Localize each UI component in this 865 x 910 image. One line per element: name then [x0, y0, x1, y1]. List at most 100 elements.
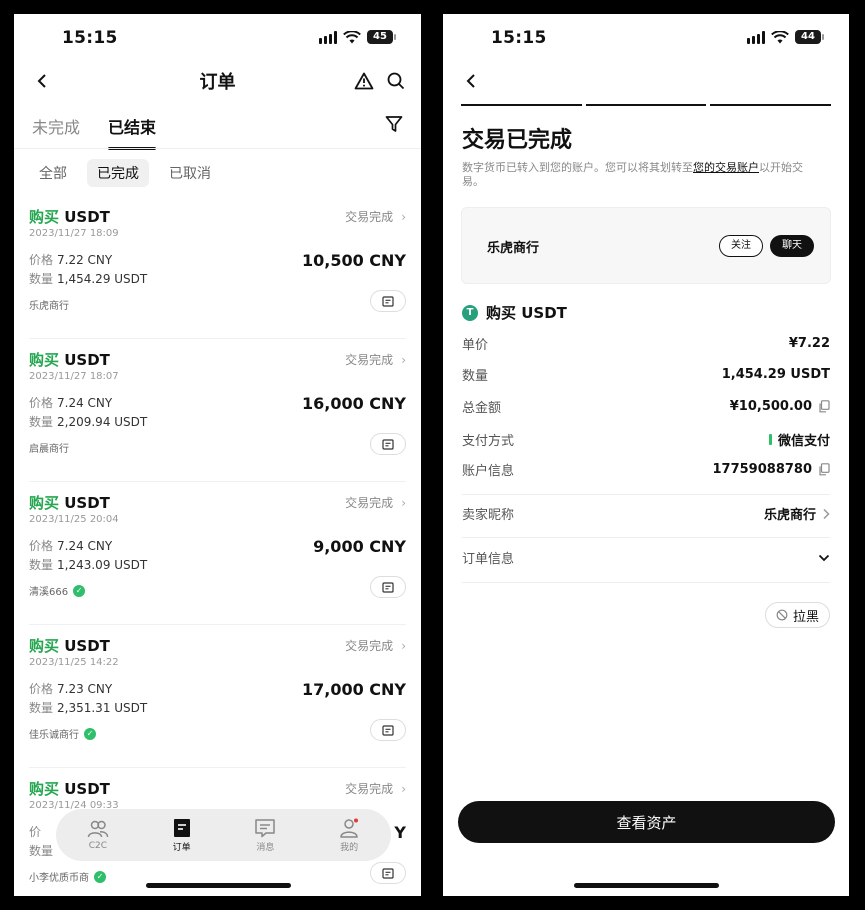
- status-bar: 15:15 44: [443, 14, 849, 64]
- row-label: 数量: [462, 369, 489, 384]
- tab-incomplete[interactable]: 未完成: [32, 114, 80, 150]
- chat-button[interactable]: [370, 576, 406, 598]
- payment-method-row: 支付方式 微信支付: [462, 430, 830, 449]
- order-card[interactable]: 购买 USDT 交易完成 › 2023/11/27 18:09 价格 7.22 CNY 数量…: [29, 206, 406, 339]
- blacklist-label: 拉黑: [792, 609, 819, 625]
- verified-badge-icon: ✓: [73, 584, 86, 597]
- quantity-row: 数量 1,454.29 USDT: [462, 365, 830, 384]
- chat-icon: [382, 438, 394, 450]
- order-merchant: 佳乐诚商行 ✓: [29, 726, 96, 741]
- block-icon: [776, 609, 788, 621]
- order-status[interactable]: 交易完成 ›: [345, 780, 406, 797]
- order-status[interactable]: 交易完成 ›: [345, 208, 406, 225]
- chat-button[interactable]: [370, 433, 406, 455]
- back-button[interactable]: [461, 69, 481, 93]
- chip-cancelled[interactable]: 已取消: [159, 159, 221, 187]
- wifi-icon: [343, 30, 361, 43]
- status-tabs: 未完成 已结束: [32, 114, 157, 150]
- order-card[interactable]: 购买 USDT 交易完成 › 2023/11/25 14:22 价格 7.23 CNY 数量…: [29, 635, 406, 768]
- merchant-name: 乐虎商行: [487, 241, 540, 256]
- order-title: 购买 USDT: [29, 349, 110, 370]
- order-status-label: 交易完成: [345, 639, 394, 653]
- copy-icon[interactable]: [818, 463, 830, 476]
- order-status[interactable]: 交易完成 ›: [345, 494, 406, 511]
- qty-label: 数量: [29, 701, 54, 715]
- order-side: 购买: [29, 208, 60, 226]
- divider: [29, 338, 406, 339]
- price-label: 价格: [29, 253, 54, 267]
- order-quantity: 数量 2,351.31 USDT: [29, 699, 147, 716]
- chat-button[interactable]: [370, 719, 406, 741]
- filter-chips: 全部 已完成 已取消: [29, 159, 221, 187]
- order-time: 2023/11/27 18:09: [29, 228, 119, 239]
- tab-ended[interactable]: 已结束: [108, 114, 157, 150]
- chevron-left-icon: [466, 74, 475, 88]
- divider: [462, 494, 830, 495]
- progress-steps: [461, 104, 832, 106]
- order-amount: 16,000 CNY: [301, 394, 406, 413]
- price-value: 7.24 CNY: [57, 539, 113, 553]
- nav-messages[interactable]: 消息: [235, 818, 295, 853]
- signal-icon: [747, 30, 765, 44]
- order-card[interactable]: 购买 USDT 交易完成 › 2023/11/25 20:04 价格 7.24 CNY 数量…: [29, 492, 406, 625]
- price-value: 7.23 CNY: [57, 682, 113, 696]
- order-time: 2023/11/27 18:07: [29, 371, 119, 382]
- order-title: 购买 USDT: [29, 635, 110, 656]
- bottom-nav: C2C 订单 消息 我的: [56, 809, 391, 861]
- price-label: 价格: [29, 682, 54, 696]
- search-button[interactable]: [384, 69, 408, 93]
- order-card[interactable]: 购买 USDT 交易完成 › 2023/11/27 18:07 价格 7.24 CNY 数量…: [29, 349, 406, 482]
- nav-orders[interactable]: 订单: [152, 818, 212, 853]
- merchant-name: 小李优质币商: [29, 873, 89, 884]
- order-status[interactable]: 交易完成 ›: [345, 351, 406, 368]
- price-label: 价: [29, 825, 42, 839]
- filter-button[interactable]: [382, 112, 406, 136]
- view-assets-button[interactable]: 查看资产: [458, 801, 835, 843]
- trading-account-link[interactable]: 您的交易账户: [693, 161, 759, 174]
- order-status-label: 交易完成: [345, 496, 394, 510]
- price-label: 价格: [29, 396, 54, 410]
- chip-all[interactable]: 全部: [29, 159, 77, 187]
- chat-button[interactable]: 聊天: [770, 235, 814, 257]
- copy-icon[interactable]: [818, 400, 830, 413]
- order-amount: 10,500 CNY: [301, 251, 406, 270]
- chevron-right-icon: [823, 508, 830, 519]
- chat-button[interactable]: [370, 862, 406, 884]
- merchant-name: 启晨商行: [29, 444, 69, 455]
- follow-button[interactable]: 关注: [719, 235, 763, 257]
- row-value: 乐虎商行: [763, 508, 816, 523]
- price-value: 7.22 CNY: [57, 253, 113, 267]
- payment-indicator: [768, 434, 772, 445]
- seller-nickname-row[interactable]: 卖家昵称 乐虎商行: [462, 504, 830, 523]
- order-price: 价格 7.24 CNY: [29, 394, 112, 411]
- status-time: 15:15: [62, 28, 118, 48]
- chat-button[interactable]: [370, 290, 406, 312]
- blacklist-button[interactable]: 拉黑: [764, 602, 830, 628]
- row-value: 微信支付: [777, 434, 830, 449]
- filter-icon: [385, 116, 403, 132]
- nav-profile[interactable]: 我的: [319, 818, 379, 853]
- order-info-row[interactable]: 订单信息: [462, 548, 830, 567]
- desc-text: 数字货币已转入到您的账户。您可以将其划转至: [462, 161, 693, 174]
- unit-price-row: 单价 ¥7.22: [462, 334, 830, 353]
- merchant-name: 清溪666: [29, 587, 69, 598]
- nav-label: C2C: [88, 841, 108, 851]
- order-title: 购买 USDT: [29, 206, 110, 227]
- nav-c2c[interactable]: C2C: [68, 819, 128, 851]
- order-side: 购买: [29, 351, 60, 369]
- signal-icon: [319, 30, 337, 44]
- merchant-name: 乐虎商行: [29, 301, 69, 312]
- asset-title: 购买 USDT: [486, 304, 567, 322]
- order-asset: USDT: [64, 637, 110, 655]
- chevron-right-icon: ›: [401, 782, 406, 796]
- order-merchant: 小李优质币商 ✓: [29, 869, 106, 884]
- chip-completed[interactable]: 已完成: [87, 159, 149, 187]
- order-quantity: 数量: [29, 842, 57, 859]
- order-status[interactable]: 交易完成 ›: [345, 637, 406, 654]
- order-merchant: 清溪666 ✓: [29, 583, 86, 598]
- nav-label: 订单: [172, 842, 191, 853]
- price-label: 价格: [29, 539, 54, 553]
- home-indicator: [574, 883, 719, 888]
- warning-button[interactable]: [352, 69, 376, 93]
- row-label: 支付方式: [462, 434, 515, 449]
